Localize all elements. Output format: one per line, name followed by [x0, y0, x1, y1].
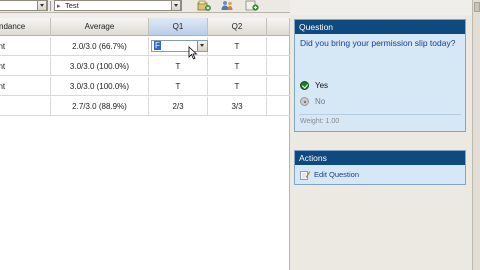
play-icon: ▸: [57, 3, 61, 10]
question-panel: Question Did you bring your permission s…: [294, 19, 466, 132]
filter-select[interactable]: [0, 0, 48, 11]
chevron-down-icon[interactable]: [171, 0, 181, 11]
toolbar: ▸ Test: [0, 0, 290, 13]
q1-answer-select-value: F: [154, 41, 161, 50]
chevron-down-icon[interactable]: [197, 41, 207, 51]
actions-panel: Actions Edit Question: [294, 150, 466, 185]
column-header-q1[interactable]: Q1: [149, 18, 208, 36]
attendance-cell: [0, 97, 51, 116]
question-weight: Weight: 1.00: [300, 118, 340, 125]
question-panel-title: Question: [295, 20, 465, 34]
actions-panel-title: Actions: [295, 151, 465, 165]
q2-cell[interactable]: T: [208, 57, 267, 76]
q1-answer-select[interactable]: F: [151, 40, 208, 52]
column-header-q2[interactable]: Q2: [208, 18, 267, 36]
column-header-average[interactable]: Average: [51, 18, 149, 36]
chevron-down-icon[interactable]: [37, 0, 47, 11]
empty-cell: [267, 57, 290, 76]
q2-cell[interactable]: T: [208, 77, 267, 96]
average-cell: 2.0/3.0 (66.7%): [51, 37, 149, 56]
q1-summary-cell: 2/3: [149, 97, 208, 116]
toolbar-separator: [50, 1, 51, 11]
edit-icon: [300, 171, 310, 180]
empty-cell: [267, 77, 290, 96]
question-text: Did you bring your permission slip today…: [300, 38, 456, 48]
column-header-attendance[interactable]: ndance: [0, 18, 51, 36]
table-row[interactable]: ent 3.0/3.0 (100.0%) T T: [0, 57, 290, 76]
q1-cell[interactable]: T: [149, 57, 208, 76]
summary-row: 2.7/3.0 (88.9%) 2/3 3/3: [0, 97, 290, 116]
divider: [299, 114, 461, 115]
dot-icon: [300, 97, 309, 106]
column-header-empty: [267, 18, 290, 36]
empty-cell: [267, 37, 290, 56]
average-cell: 2.7/3.0 (88.9%): [51, 97, 149, 116]
average-cell: 3.0/3.0 (100.0%): [51, 77, 149, 96]
vertical-scrollbar[interactable]: [472, 0, 480, 270]
add-grade-icon[interactable]: [197, 0, 211, 11]
gradebook-grid: ndance Average Q1 Q2 ent 2.0/3.0 (66.7%)…: [0, 18, 290, 270]
check-icon: [300, 81, 309, 90]
average-cell: 3.0/3.0 (100.0%): [51, 57, 149, 76]
q2-cell[interactable]: T: [208, 37, 267, 56]
empty-cell: [267, 97, 290, 116]
q2-summary-cell: 3/3: [208, 97, 267, 116]
side-panel: Question Did you bring your permission s…: [290, 15, 472, 270]
users-icon[interactable]: [220, 0, 234, 11]
attendance-cell[interactable]: ent: [0, 77, 51, 96]
scrollbar-thumb[interactable]: [474, 2, 480, 12]
q1-cell[interactable]: T: [149, 77, 208, 96]
mouse-cursor-icon: [188, 46, 198, 60]
attendance-cell[interactable]: ent: [0, 37, 51, 56]
attendance-cell[interactable]: ent: [0, 57, 51, 76]
table-row[interactable]: ent 3.0/3.0 (100.0%) T T: [0, 77, 290, 96]
table-row[interactable]: ent 2.0/3.0 (66.7%) T F: [0, 37, 290, 56]
add-item-icon[interactable]: [245, 0, 259, 11]
assessment-select-value: Test: [65, 1, 79, 10]
assessment-select[interactable]: ▸ Test: [54, 0, 182, 11]
